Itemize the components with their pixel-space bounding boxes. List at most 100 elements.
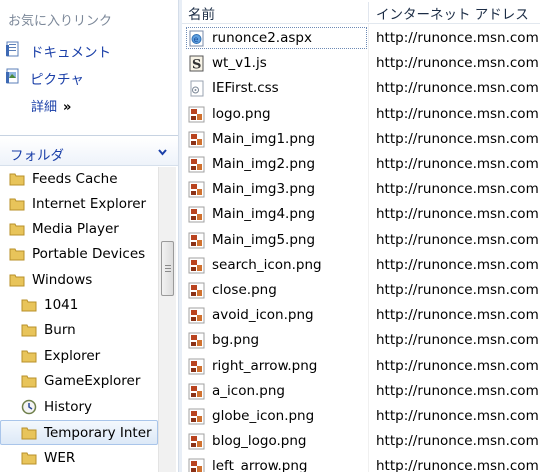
script-file-icon: S (189, 55, 204, 73)
folder-icon (9, 223, 25, 236)
file-row[interactable]: search_icon.png http://runonce.msn.com (182, 253, 540, 278)
image-file-icon (188, 358, 205, 375)
web-page-icon: e (189, 30, 204, 47)
tree-item-label: Temporary Inter (44, 425, 152, 441)
file-row[interactable]: IEFirst.css http://runonce.msn.com (182, 76, 540, 101)
documents-icon (6, 41, 19, 57)
tree-item-wer[interactable]: WER (0, 446, 158, 471)
image-file-icon (188, 282, 205, 299)
tree-item-label: Explorer (44, 348, 101, 364)
favorite-link-pictures[interactable]: ピクチャ (0, 64, 170, 90)
file-internet-address: http://runonce.msn.com (376, 231, 539, 248)
tree-item-burn[interactable]: Burn (0, 318, 158, 343)
file-name: search_icon.png (212, 256, 322, 273)
file-internet-address: http://runonce.msn.com (376, 357, 539, 374)
tree-item-explorer[interactable]: Explorer (0, 344, 158, 369)
file-row[interactable]: globe_icon.png http://runonce.msn.com (182, 404, 540, 429)
file-name: logo.png (212, 105, 271, 122)
file-row[interactable]: left_arrow.png http://runonce.msn.com (182, 454, 540, 472)
double-chevron-icon: » (63, 100, 72, 115)
column-header-bar: 名前 インターネット アドレス (182, 0, 540, 24)
file-internet-address: http://runonce.msn.com (376, 156, 539, 172)
column-divider[interactable] (368, 2, 369, 22)
pane-divider (0, 135, 178, 136)
file-internet-address: http://runonce.msn.com (376, 282, 539, 298)
tree-item-portable-devices[interactable]: Portable Devices (0, 242, 158, 267)
tree-item-feeds-cache[interactable]: Feeds Cache (0, 167, 158, 192)
file-internet-address: http://runonce.msn.com (376, 130, 539, 147)
tree-item-gameexplorer[interactable]: GameExplorer (0, 369, 158, 394)
tree-item-label: Feeds Cache (32, 171, 118, 187)
file-name: a_icon.png (212, 382, 285, 399)
folder-icon (21, 324, 37, 337)
file-row[interactable]: e runonce2.aspx http://runonce.msn.com (182, 26, 540, 51)
file-name: globe_icon.png (212, 408, 315, 424)
folder-icon (21, 427, 37, 440)
file-row[interactable]: Main_img2.png http://runonce.msn.com (182, 152, 540, 177)
file-name: Main_img5.png (212, 231, 316, 248)
image-file-icon (188, 458, 205, 472)
file-internet-address: http://runonce.msn.com (376, 307, 539, 324)
folder-icon (9, 173, 25, 186)
file-internet-address: http://runonce.msn.com (376, 30, 539, 46)
file-name: blog_logo.png (212, 433, 307, 450)
tree-item-label: GameExplorer (44, 373, 141, 389)
pictures-icon (6, 68, 19, 84)
file-internet-address: http://runonce.msn.com (376, 458, 539, 472)
tree-item-label: WER (44, 450, 76, 466)
tree-item-windows[interactable]: Windows (0, 268, 158, 293)
column-header-name[interactable]: 名前 (188, 3, 215, 23)
folder-icon (9, 198, 25, 211)
grip-line (165, 268, 171, 269)
tree-item-media-player[interactable]: Media Player (0, 217, 158, 242)
file-row[interactable]: a_icon.png http://runonce.msn.com (182, 379, 540, 404)
file-row[interactable]: Main_img3.png http://runonce.msn.com (182, 177, 540, 202)
file-row[interactable]: blog_logo.png http://runonce.msn.com (182, 429, 540, 454)
image-file-icon (188, 383, 205, 400)
tree-item-temporary-internet-files[interactable]: Temporary Inter (0, 420, 158, 445)
tree-scrollbar[interactable] (158, 167, 176, 472)
svg-text:S: S (192, 58, 201, 73)
more-links-label: 詳細 (31, 100, 58, 115)
file-name: right_arrow.png (212, 357, 318, 374)
file-row[interactable]: avoid_icon.png http://runonce.msn.com (182, 303, 540, 328)
folders-title: フォルダ (10, 148, 64, 164)
column-header-internet-address[interactable]: インターネット アドレス (376, 3, 529, 23)
image-file-icon (188, 206, 205, 223)
file-row[interactable]: Swt_v1.js http://runonce.msn.com (182, 51, 540, 76)
tree-item-history[interactable]: History (0, 395, 158, 420)
file-name: left_arrow.png (212, 458, 308, 472)
tree-item-1041[interactable]: 1041 (0, 293, 158, 318)
tree-item-label: Internet Explorer (32, 196, 147, 212)
folders-header-bar[interactable]: フォルダ (0, 138, 178, 166)
file-row[interactable]: right_arrow.png http://runonce.msn.com (182, 354, 540, 379)
chevron-down-icon[interactable] (158, 148, 167, 157)
folder-icon (9, 248, 25, 261)
file-internet-address: http://runonce.msn.com (376, 433, 539, 450)
file-row[interactable]: logo.png http://runonce.msn.com (182, 102, 540, 127)
folder-icon (21, 375, 37, 388)
folder-icon (21, 299, 37, 312)
file-row[interactable]: close.png http://runonce.msn.com (182, 278, 540, 303)
file-internet-address: http://runonce.msn.com (376, 80, 539, 97)
image-file-icon (188, 106, 205, 123)
more-links-button[interactable]: 詳細 » (31, 96, 72, 115)
tree-item-label: Portable Devices (32, 246, 146, 262)
file-row[interactable]: Main_img1.png http://runonce.msn.com (182, 127, 540, 152)
file-internet-address: http://runonce.msn.com (376, 332, 539, 349)
file-row[interactable]: Main_img4.png http://runonce.msn.com (182, 202, 540, 227)
css-file-icon (190, 80, 204, 97)
file-name: Main_img1.png (212, 130, 316, 147)
favorite-link-documents[interactable]: ドキュメント (0, 37, 170, 63)
image-file-icon (188, 156, 205, 173)
file-list: 名前 インターネット アドレス e runonce2.aspx http://run… (182, 0, 540, 472)
file-row[interactable]: bg.png http://runonce.msn.com (182, 328, 540, 353)
folder-icon (9, 274, 25, 287)
file-internet-address: http://runonce.msn.com (376, 382, 539, 399)
scrollbar-thumb[interactable] (161, 241, 174, 296)
tree-item-internet-explorer[interactable]: Internet Explorer (0, 192, 158, 217)
file-internet-address: http://runonce.msn.com (376, 181, 539, 198)
file-name: close.png (212, 282, 277, 298)
file-row[interactable]: Main_img5.png http://runonce.msn.com (182, 228, 540, 253)
file-name: wt_v1.js (212, 55, 267, 72)
